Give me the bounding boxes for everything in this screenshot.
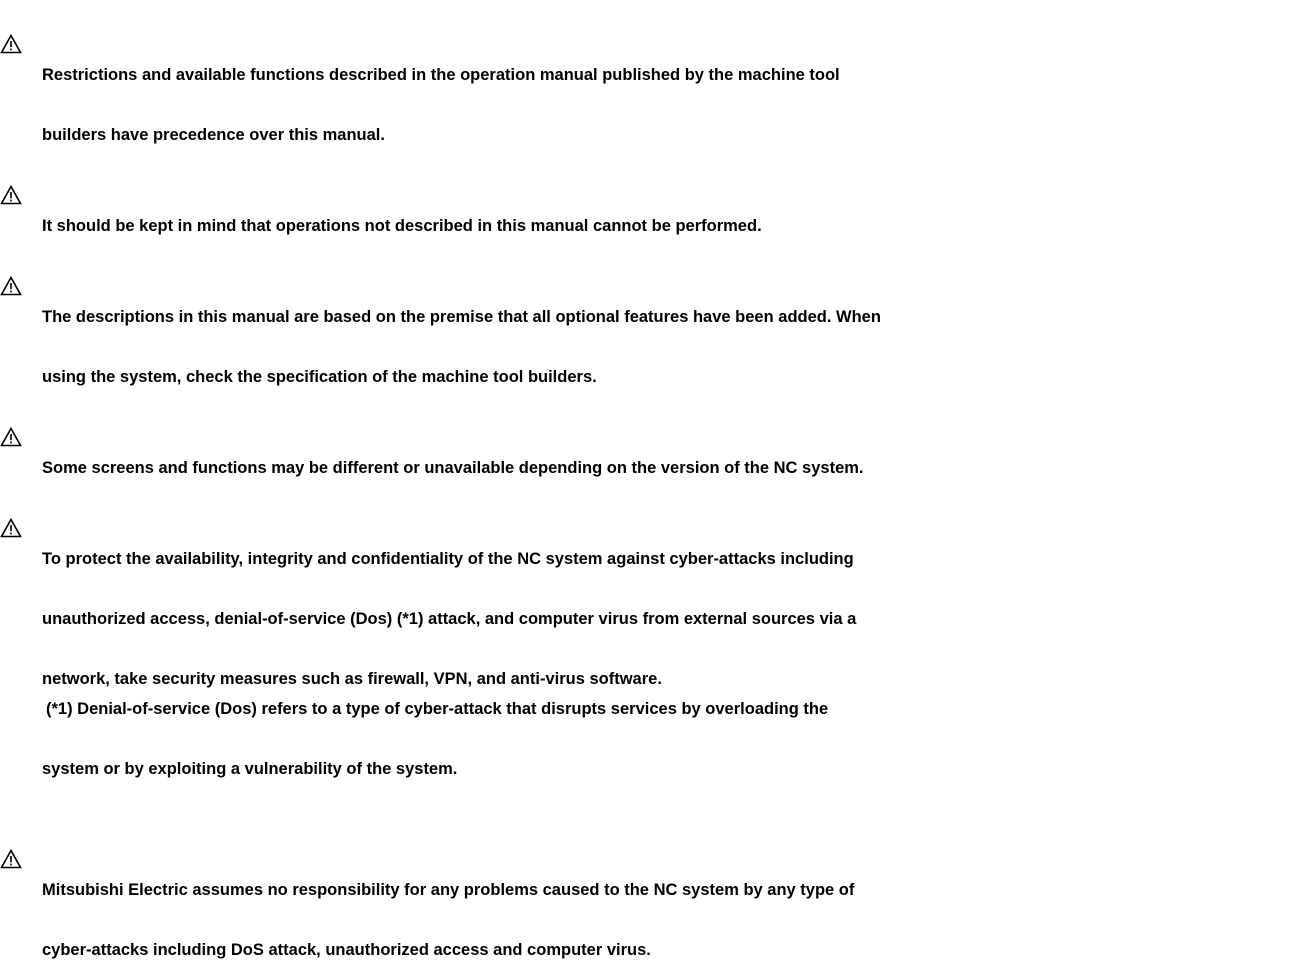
caution-note-cyber-security-measures: To protect the availability, integrity a… — [0, 484, 1293, 814]
note-text-line: builders have precedence over this manua… — [42, 126, 385, 144]
note-text-line: using the system, check the specificatio… — [42, 368, 597, 386]
warning-triangle-icon — [0, 488, 22, 538]
footnote-dos-definition: (*1) Denial-of-service (Dos) refers to a… — [46, 700, 829, 718]
note-text-line: Mitsubishi Electric assumes no responsib… — [42, 881, 855, 899]
note-text-line: unauthorized access, denial-of-service (… — [42, 610, 857, 628]
footnote-dos-definition-continued: system or by exploiting a vulnerability … — [42, 760, 458, 778]
caution-note-machine-tool-builder-precedence: Restrictions and available functions des… — [0, 0, 1293, 150]
warning-triangle-icon — [0, 155, 22, 205]
note-text-line: Restrictions and available functions des… — [42, 66, 840, 84]
caution-note-undescribed-operations: It should be kept in mind that operation… — [0, 151, 1293, 241]
warning-triangle-icon — [0, 819, 22, 869]
warning-triangle-icon — [0, 246, 22, 296]
note-text-line: network, take security measures such as … — [42, 670, 662, 688]
warning-triangle-icon — [0, 397, 22, 447]
caution-note-nc-version-differences: Some screens and functions may be differ… — [0, 393, 1293, 483]
caution-notes-list: Restrictions and available functions des… — [0, 0, 1293, 965]
caution-note-optional-features: The descriptions in this manual are base… — [0, 242, 1293, 392]
caution-note-no-responsibility-disclaimer: Mitsubishi Electric assumes no responsib… — [0, 815, 1293, 965]
note-text-line: The descriptions in this manual are base… — [42, 308, 881, 326]
warning-triangle-icon — [0, 4, 22, 54]
note-text-line: It should be kept in mind that operation… — [42, 217, 762, 235]
note-text-line: cyber-attacks including DoS attack, unau… — [42, 941, 651, 959]
note-text-line: To protect the availability, integrity a… — [42, 550, 854, 568]
note-text-line: Some screens and functions may be differ… — [42, 459, 864, 477]
